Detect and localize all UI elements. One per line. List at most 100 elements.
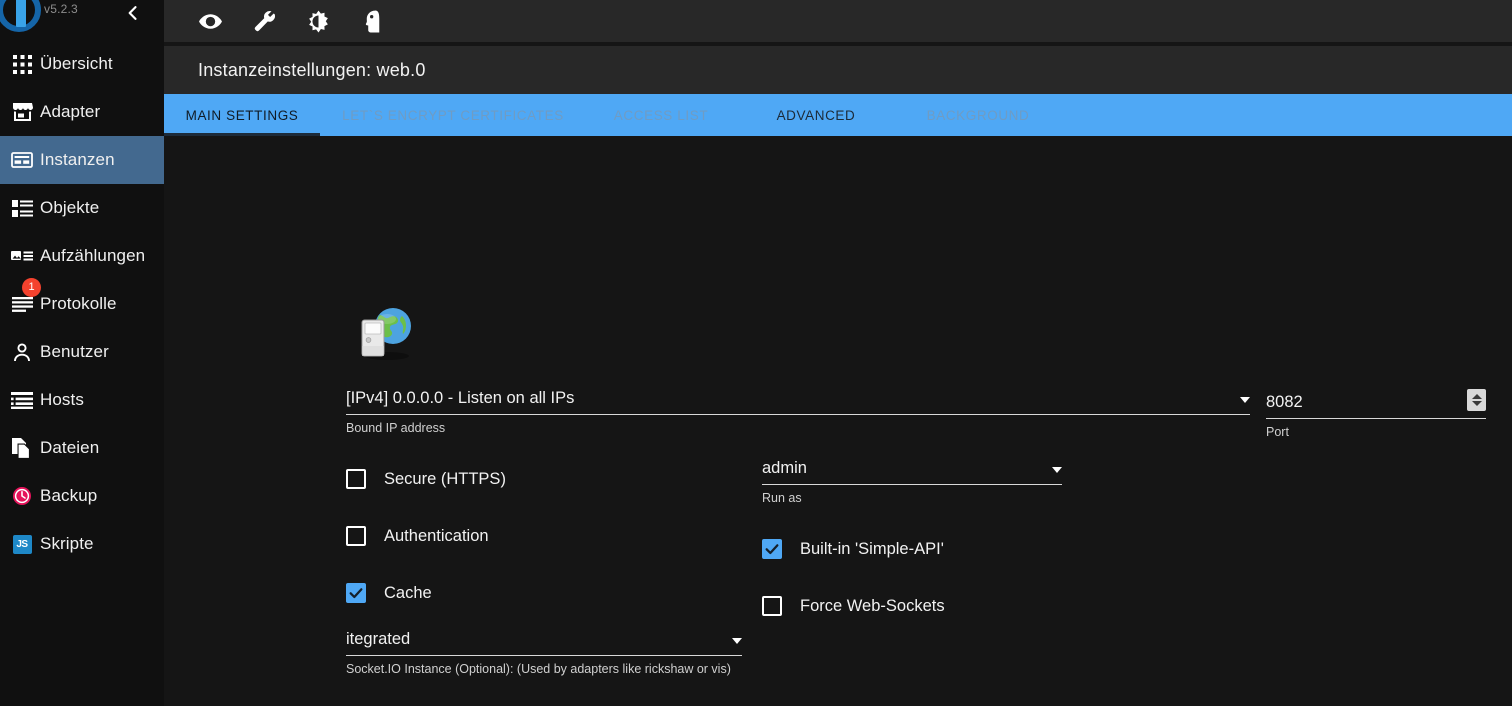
- tab-advanced[interactable]: ADVANCED: [736, 94, 896, 136]
- sidebar-item-label: Adapter: [40, 102, 101, 121]
- top-toolbar: [164, 0, 1512, 42]
- sidebar-item-aufzaehlungen[interactable]: Aufzählungen: [0, 232, 164, 280]
- bound-ip-field[interactable]: [IPv4] 0.0.0.0 - Listen on all IPs Bound…: [346, 389, 1250, 435]
- chevron-down-icon[interactable]: [1052, 467, 1062, 473]
- title-bar-wrapper: Instanzeinstellungen: web.0: [164, 42, 1512, 94]
- js-label: JS: [12, 534, 32, 554]
- hosts-icon: [4, 382, 40, 418]
- run-as-value[interactable]: admin: [762, 459, 1044, 478]
- web-server-globe-icon: [354, 302, 416, 364]
- chevron-down-icon[interactable]: [732, 638, 742, 644]
- tab-label: LET`S ENCRYPT CERTIFICATES: [342, 107, 564, 123]
- brightness-icon[interactable]: [304, 7, 332, 35]
- checkbox-cache[interactable]: Cache: [346, 583, 432, 603]
- stepper-down-icon[interactable]: [1471, 401, 1482, 406]
- sidebar-item-label: Instanzen: [40, 150, 115, 169]
- sidebar-item-backup[interactable]: Backup: [0, 472, 164, 520]
- checkbox-box[interactable]: [346, 469, 366, 489]
- checkbox-box[interactable]: [346, 583, 366, 603]
- sidebar-item-label: Backup: [40, 486, 98, 505]
- port-control[interactable]: 8082: [1266, 389, 1486, 419]
- settings-panel: [IPv4] 0.0.0.0 - Listen on all IPs Bound…: [164, 136, 1512, 706]
- checkbox-secure-https[interactable]: Secure (HTTPS): [346, 469, 506, 489]
- run-as-control[interactable]: admin: [762, 459, 1062, 485]
- title-bar: Instanzeinstellungen: web.0: [164, 46, 1512, 94]
- logs-badge: 1: [22, 278, 41, 297]
- version-label: v5.2.3: [44, 2, 78, 16]
- checkbox-label: Force Web-Sockets: [800, 596, 945, 615]
- page-title: Instanzeinstellungen: web.0: [198, 59, 426, 80]
- socketio-control[interactable]: itegrated: [346, 630, 742, 656]
- socketio-value[interactable]: itegrated: [346, 630, 724, 649]
- main-area: Instanzeinstellungen: web.0 MAIN SETTING…: [164, 0, 1512, 706]
- port-helper: Port: [1266, 425, 1289, 439]
- chevron-left-icon[interactable]: [118, 0, 148, 28]
- sidebar-item-dateien[interactable]: Dateien: [0, 424, 164, 472]
- app-root: v5.2.3 Übersicht Adapter Instanzen Objek…: [0, 0, 1512, 706]
- list-objects-icon: [4, 190, 40, 226]
- sidebar-item-skripte[interactable]: JS Skripte: [0, 520, 164, 568]
- tab-background[interactable]: BACKGROUND: [896, 94, 1060, 136]
- port-field[interactable]: 8082 Port: [1266, 389, 1486, 439]
- checkbox-box[interactable]: [762, 539, 782, 559]
- files-icon: [4, 430, 40, 466]
- tab-main-settings[interactable]: MAIN SETTINGS: [164, 94, 320, 136]
- wrench-icon[interactable]: [250, 7, 278, 35]
- checkbox-label: Secure (HTTPS): [384, 469, 506, 488]
- iobroker-logo-bar: [16, 0, 26, 27]
- run-as-helper: Run as: [762, 491, 802, 505]
- javascript-icon: JS: [4, 526, 40, 562]
- sidebar-item-label: Skripte: [40, 534, 94, 553]
- sidebar-item-benutzer[interactable]: Benutzer: [0, 328, 164, 376]
- sidebar-item-label: Aufzählungen: [40, 246, 146, 265]
- port-value[interactable]: 8082: [1266, 393, 1467, 412]
- instances-icon: [4, 142, 40, 178]
- bound-ip-helper: Bound IP address: [346, 421, 446, 435]
- tab-access-list[interactable]: ACCESS LIST: [586, 94, 736, 136]
- bound-ip-control[interactable]: [IPv4] 0.0.0.0 - Listen on all IPs: [346, 389, 1250, 415]
- sidebar-item-label: Hosts: [40, 390, 84, 409]
- sidebar-item-uebersicht[interactable]: Übersicht: [0, 40, 164, 88]
- sidebar: v5.2.3 Übersicht Adapter Instanzen Objek…: [0, 0, 164, 706]
- tab-lets-encrypt-certificates[interactable]: LET`S ENCRYPT CERTIFICATES: [320, 94, 586, 136]
- checkbox-authentication[interactable]: Authentication: [346, 526, 489, 546]
- sidebar-nav: Übersicht Adapter Instanzen Objekte Aufz…: [0, 40, 164, 568]
- sidebar-item-objekte[interactable]: Objekte: [0, 184, 164, 232]
- sidebar-item-label: Benutzer: [40, 342, 109, 361]
- logs-icon: 1: [4, 278, 41, 322]
- sidebar-item-adapter[interactable]: Adapter: [0, 88, 164, 136]
- bound-ip-value[interactable]: [IPv4] 0.0.0.0 - Listen on all IPs: [346, 389, 1232, 408]
- sidebar-item-label: Objekte: [40, 198, 100, 217]
- run-as-field[interactable]: admin Run as: [762, 459, 1062, 505]
- sidebar-item-label: Übersicht: [40, 54, 113, 73]
- backup-clock-icon: [4, 478, 40, 514]
- sidebar-header: v5.2.3: [0, 0, 164, 34]
- sidebar-item-protokolle[interactable]: 1 Protokolle: [0, 278, 164, 328]
- tab-label: MAIN SETTINGS: [185, 107, 299, 123]
- head-profile-icon[interactable]: [358, 7, 386, 35]
- chevron-down-icon[interactable]: [1240, 397, 1250, 403]
- tab-label: ADVANCED: [776, 107, 856, 123]
- sidebar-item-label: Protokolle: [40, 294, 117, 313]
- sidebar-item-hosts[interactable]: Hosts: [0, 376, 164, 424]
- port-stepper[interactable]: [1467, 389, 1486, 411]
- enumerations-icon: [4, 238, 40, 274]
- tab-label: ACCESS LIST: [613, 107, 709, 123]
- sidebar-item-label: Dateien: [40, 438, 100, 457]
- tab-bar: MAIN SETTINGS LET`S ENCRYPT CERTIFICATES…: [164, 94, 1512, 136]
- checkbox-simple-api[interactable]: Built-in 'Simple-API': [762, 539, 944, 559]
- checkbox-label: Cache: [384, 583, 432, 602]
- checkbox-label: Authentication: [384, 526, 489, 545]
- store-icon: [4, 94, 40, 130]
- person-icon: [4, 334, 40, 370]
- tab-label: BACKGROUND: [926, 107, 1030, 123]
- checkbox-label: Built-in 'Simple-API': [800, 539, 944, 558]
- socketio-instance-field[interactable]: itegrated Socket.IO Instance (Optional):…: [346, 630, 742, 676]
- eye-icon[interactable]: [196, 7, 224, 35]
- socketio-helper: Socket.IO Instance (Optional): (Used by …: [346, 662, 731, 676]
- stepper-up-icon[interactable]: [1471, 394, 1482, 399]
- sidebar-item-instanzen[interactable]: Instanzen: [0, 136, 164, 184]
- checkbox-box[interactable]: [762, 596, 782, 616]
- checkbox-box[interactable]: [346, 526, 366, 546]
- checkbox-force-web-sockets[interactable]: Force Web-Sockets: [762, 596, 945, 616]
